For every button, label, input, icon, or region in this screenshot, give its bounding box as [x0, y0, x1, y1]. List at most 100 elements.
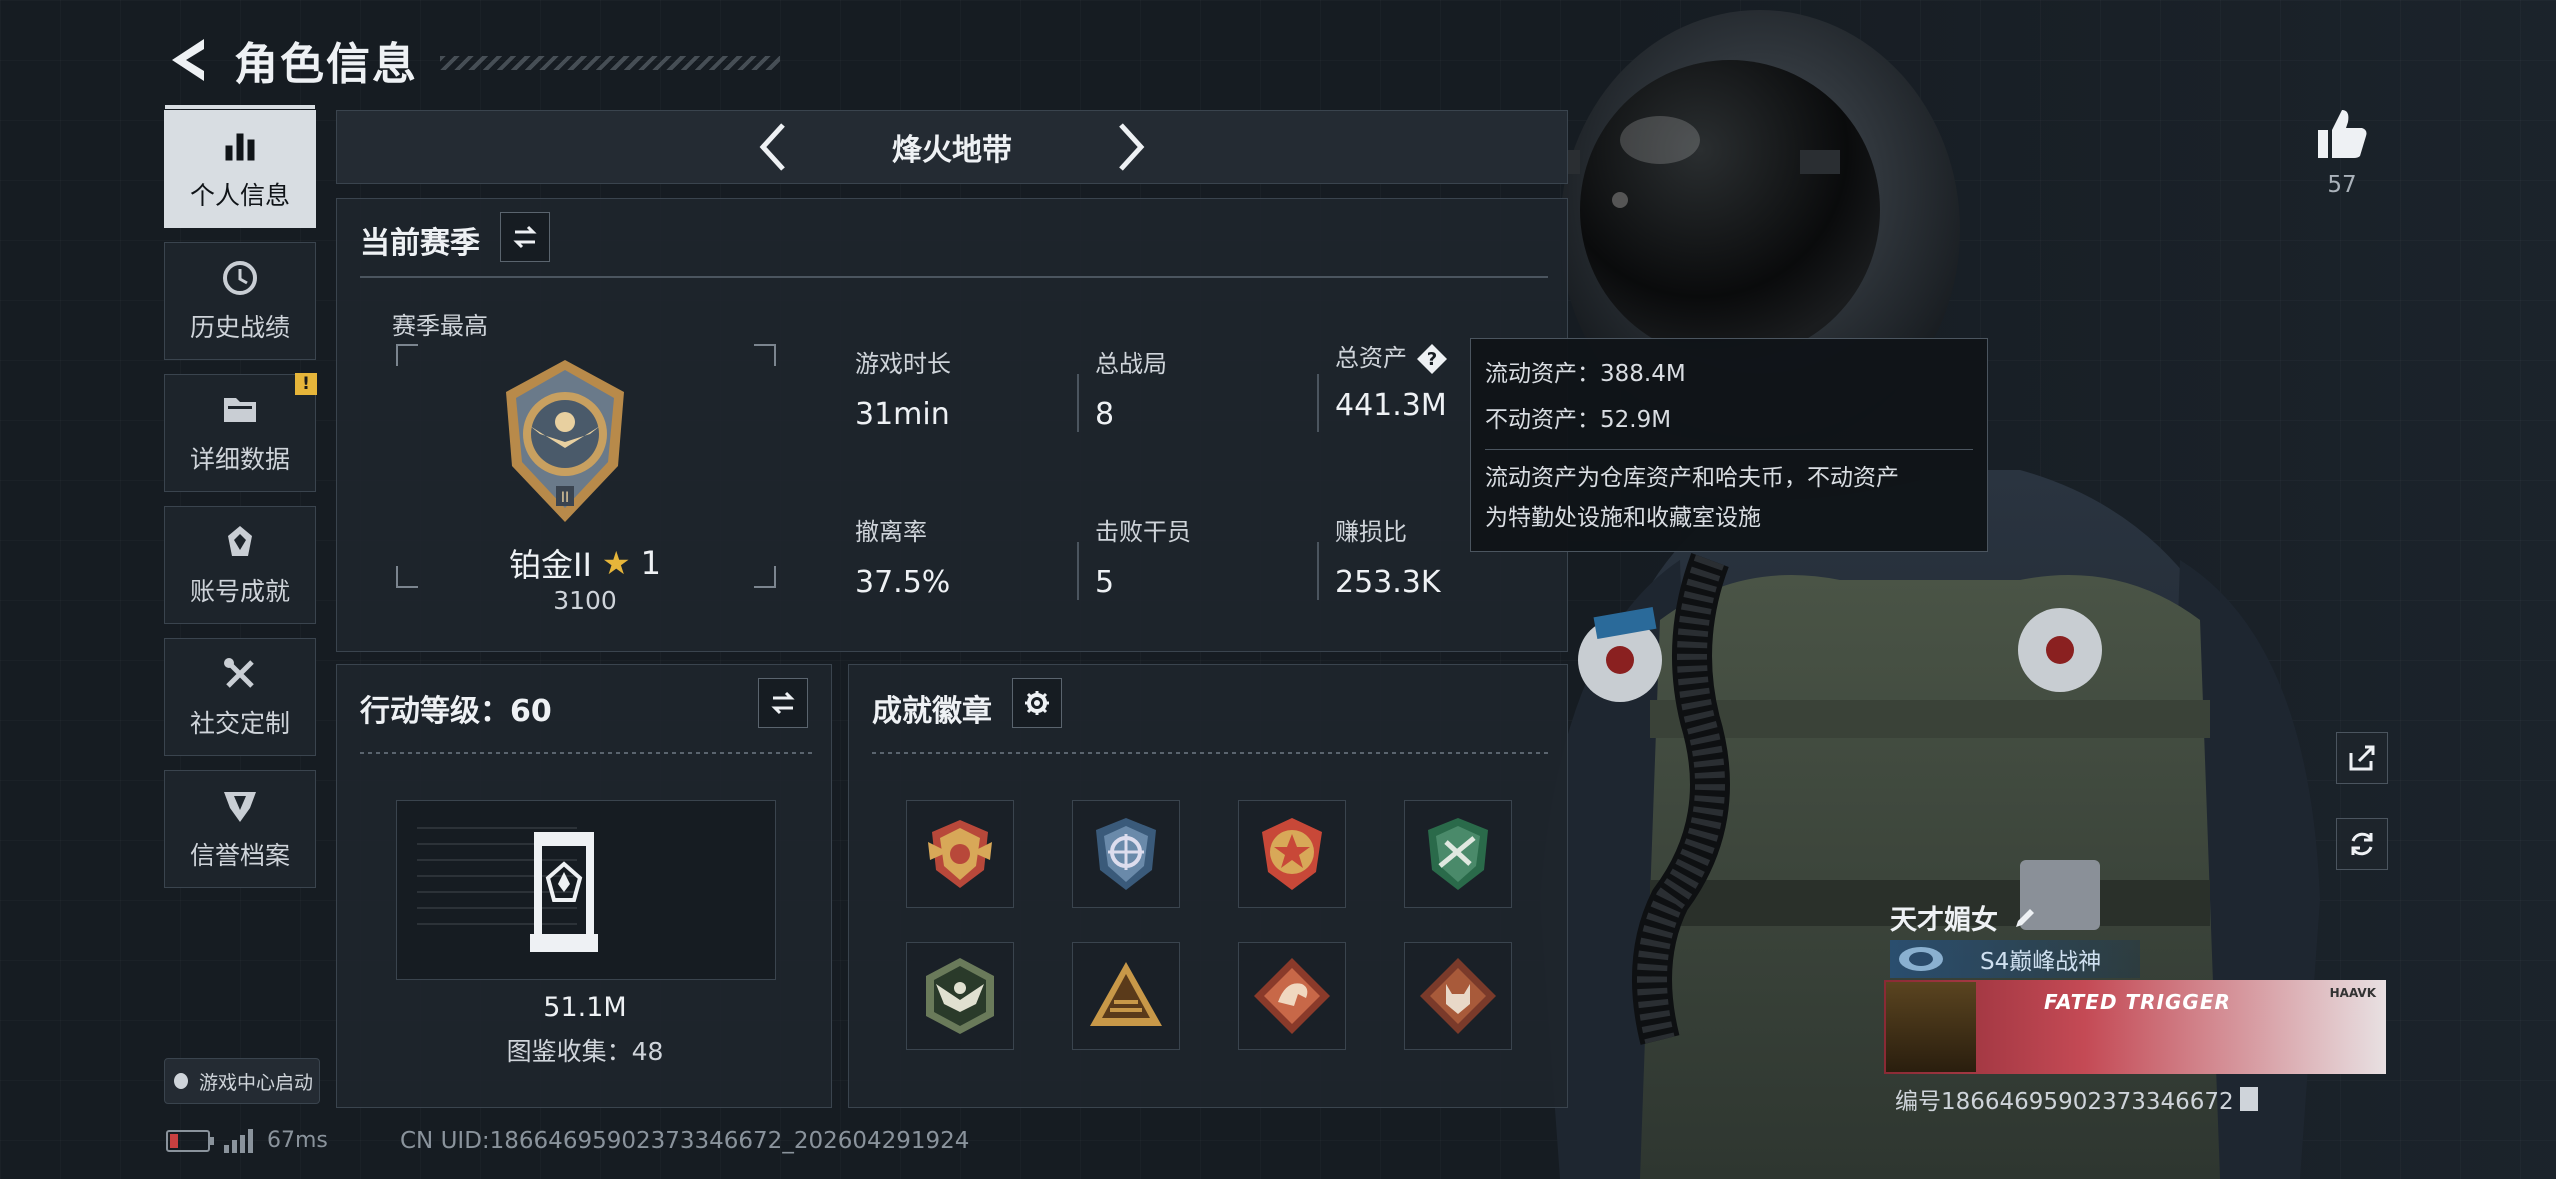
share-icon: [2349, 745, 2375, 771]
serial-number: 编号18664695902373346672: [1895, 1082, 2258, 1116]
rank-stars: 1: [640, 544, 661, 582]
svg-text:II: II: [561, 490, 569, 506]
nav-label: 信誉档案: [189, 841, 290, 870]
achievement-badge-5[interactable]: [906, 942, 1014, 1050]
nav-label: 个人信息: [189, 181, 290, 210]
medal-icon: [228, 526, 252, 556]
back-arrow-icon: [172, 39, 204, 81]
eagle-hex-badge-icon: [926, 958, 994, 1034]
help-icon[interactable]: ?: [1415, 342, 1449, 376]
mode-next-button[interactable]: [1102, 110, 1162, 184]
level-value: 51.1M: [543, 992, 627, 1023]
nav-label: 详细数据: [189, 445, 290, 474]
thumbs-up-icon[interactable]: [2312, 104, 2372, 164]
edit-pencil-icon[interactable]: [2012, 905, 2038, 931]
platinum-rank-emblem-icon: II: [506, 360, 624, 522]
nav-item-social[interactable]: 社交定制: [164, 638, 316, 756]
player-title-strip: S4巅峰战神: [1890, 940, 2140, 978]
nav-item-achievements[interactable]: 账号成就: [164, 506, 316, 624]
achievements-title: 成就徽章: [872, 694, 992, 729]
stat-label: 总战局: [1095, 350, 1167, 378]
collection-count: 图鉴收集：48: [506, 1037, 664, 1066]
achievement-badge-1[interactable]: [906, 800, 1014, 908]
season-best-label: 赛季最高: [392, 312, 488, 340]
folder-icon: [224, 398, 256, 422]
stat-extract-rate: 撤离率 37.5%: [855, 512, 950, 600]
wolf-diamond-badge-icon: [1420, 958, 1496, 1034]
nav-label: 社交定制: [189, 709, 290, 738]
tooltip-liquid: 流动资产：388.4M: [1485, 361, 1686, 387]
card-brand: HAAVK: [2329, 986, 2376, 1000]
nav-item-history[interactable]: 历史战绩: [164, 242, 316, 360]
player-title: S4巅峰战神: [1980, 949, 2102, 975]
signal-icon: [224, 1128, 253, 1153]
stat-value: 37.5%: [855, 565, 951, 600]
dragon-diamond-badge-icon: [1254, 958, 1330, 1034]
season-swap-button[interactable]: [500, 212, 550, 262]
stat-total-assets: 总资产 ? 441.3M: [1317, 338, 1449, 432]
ping-value: 67ms: [267, 1128, 328, 1153]
card-logo-text: FATED TRIGGER: [2044, 990, 2231, 1014]
stat-value: 253.3K: [1335, 565, 1441, 600]
mode-prev-button[interactable]: [742, 110, 802, 184]
achievement-badge-3[interactable]: [1238, 800, 1346, 908]
star-icon: ★: [601, 544, 631, 582]
battery-icon: [166, 1129, 214, 1152]
player-name: 天才媚女: [1890, 898, 2038, 937]
stat-label: 撤离率: [855, 518, 927, 546]
launch-label: 游戏中心启动: [198, 1071, 313, 1094]
swap-icon: [513, 225, 537, 249]
player-card[interactable]: FATED TRIGGER HAAVK: [1884, 980, 2386, 1074]
nav-label: 历史战绩: [189, 313, 290, 342]
bar-chart-icon: [225, 133, 255, 161]
copy-icon[interactable]: [2239, 1087, 2258, 1111]
stat-profit-ratio: 赚损比 253.3K: [1317, 512, 1441, 600]
season-title: 当前赛季: [360, 226, 480, 261]
refresh-icon: [2351, 832, 2373, 856]
like-count: 57: [2327, 172, 2357, 198]
achievements-settings-button[interactable]: [1012, 678, 1062, 728]
svg-text:?: ?: [1427, 349, 1437, 370]
mode-title: 烽火地带: [892, 133, 1012, 168]
stat-value: 31min: [855, 397, 950, 432]
nav-label: 账号成就: [189, 577, 290, 606]
achievement-badge-7[interactable]: [1238, 942, 1346, 1050]
achievement-badge-2[interactable]: [1072, 800, 1180, 908]
status-bar: 67ms: [166, 1128, 328, 1153]
left-nav: 个人信息 历史战绩 详细数据 ! 账号成就 社交定制 信誉档案: [164, 105, 317, 888]
nav-item-personal-info[interactable]: 个人信息: [164, 105, 316, 228]
nav-item-credit[interactable]: 信誉档案: [164, 770, 316, 888]
history-clock-icon: [223, 261, 257, 295]
rank-tier: 铂金II: [509, 546, 592, 584]
mode-switcher: 烽火地带: [336, 110, 1568, 184]
title-emblem-icon: [1899, 947, 1943, 971]
card-avatar: [1886, 982, 1976, 1072]
tooltip-note-1: 流动资产为仓库资产和哈夫币，不动资产: [1485, 465, 1899, 491]
chevron-left-icon: [759, 123, 785, 171]
vault-display-icon: [530, 832, 598, 952]
tooltip-note-2: 为特勤处设施和收藏室设施: [1485, 505, 1761, 531]
stat-label: 游戏时长: [855, 350, 951, 378]
back-button[interactable]: 角色信息: [164, 28, 418, 92]
stat-label: 赚损比: [1335, 518, 1407, 546]
alert-badge: !: [295, 373, 317, 395]
achievement-badge-6[interactable]: [1072, 942, 1180, 1050]
action-level-swap-button[interactable]: [758, 678, 808, 728]
achievement-badge-4[interactable]: [1404, 800, 1512, 908]
achievement-badge-8[interactable]: [1404, 942, 1512, 1050]
stat-play-time: 游戏时长 31min: [855, 344, 951, 432]
title-decoration: [440, 56, 780, 70]
divider: [360, 276, 1548, 278]
nav-item-detailed-data[interactable]: 详细数据 !: [164, 373, 317, 492]
refresh-button[interactable]: [2336, 818, 2388, 870]
page-title: 角色信息: [234, 39, 418, 90]
gear-icon: [1025, 691, 1049, 715]
share-button[interactable]: [2336, 732, 2388, 784]
star-shield-badge-icon: [1262, 818, 1322, 890]
winged-shield-badge-icon: [928, 820, 992, 888]
stat-kills: 击败干员 5: [1077, 512, 1191, 600]
divider: [872, 752, 1548, 754]
game-center-launch-button[interactable]: 游戏中心启动: [164, 1058, 320, 1104]
assets-tooltip: 流动资产：388.4M 不动资产：52.9M 流动资产为仓库资产和哈夫币，不动资…: [1470, 338, 1988, 552]
shield-emblem-icon: [224, 792, 256, 822]
